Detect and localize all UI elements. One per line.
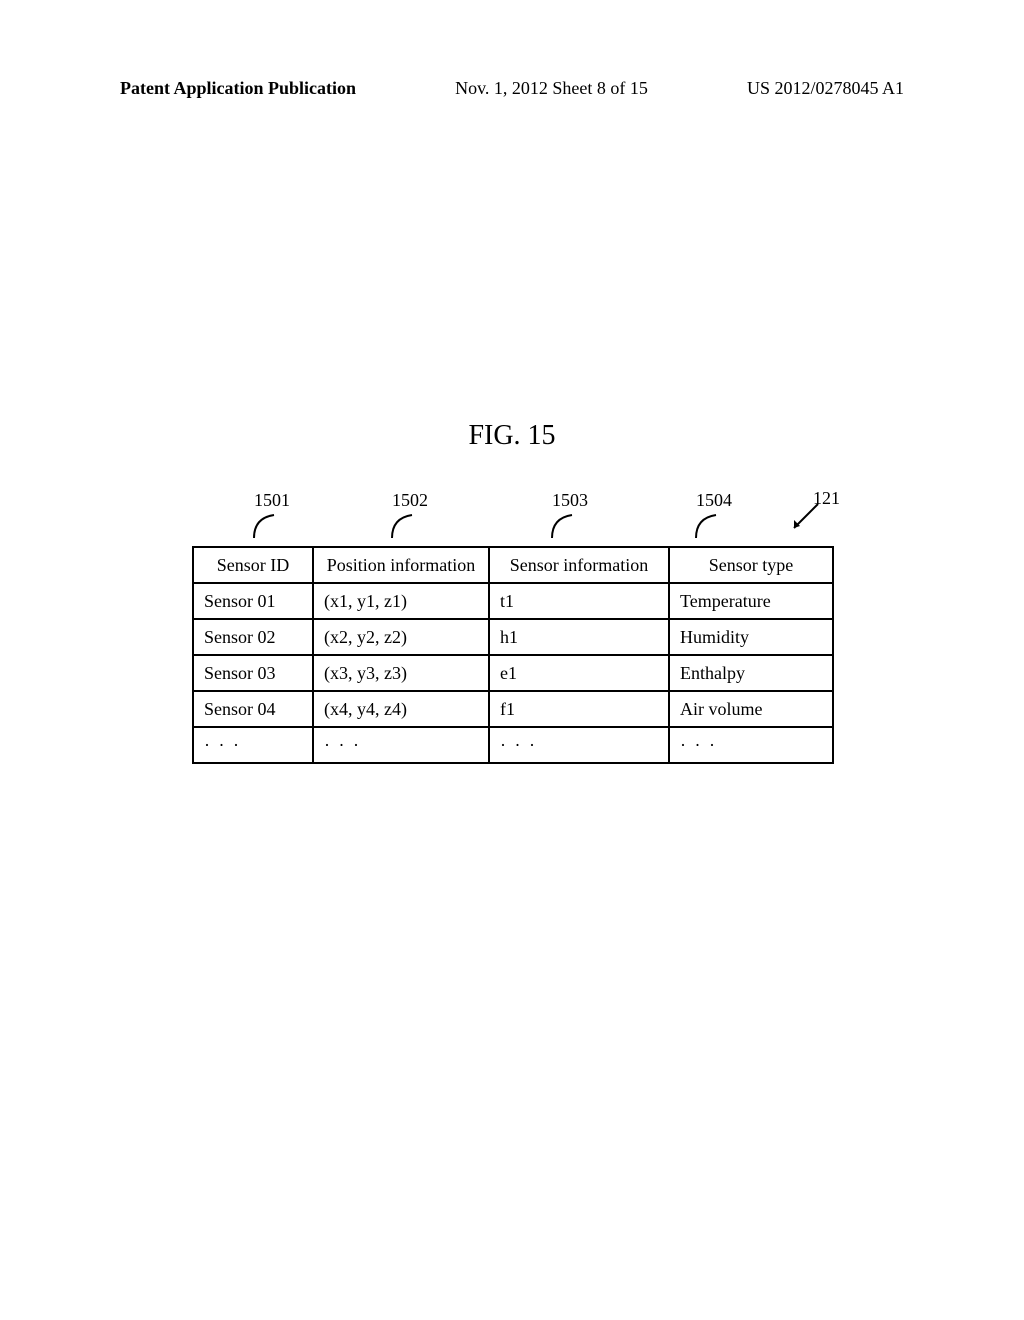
- table-row: Sensor 01 (x1, y1, z1) t1 Temperature: [193, 583, 833, 619]
- col-header-sensor-type: Sensor type: [669, 547, 833, 583]
- cell-sensor-id: Sensor 03: [193, 655, 313, 691]
- column-ref-1501: 1501: [242, 490, 302, 511]
- header-pub-number: US 2012/0278045 A1: [747, 78, 904, 99]
- table-header-row: Sensor ID Position information Sensor in…: [193, 547, 833, 583]
- leader-line-icon: [548, 512, 588, 538]
- col-header-position: Position information: [313, 547, 489, 583]
- cell-position: (x4, y4, z4): [313, 691, 489, 727]
- leader-line-icon: [250, 512, 290, 538]
- header-date-sheet: Nov. 1, 2012 Sheet 8 of 15: [455, 78, 648, 99]
- sensor-table: Sensor ID Position information Sensor in…: [192, 546, 834, 764]
- leader-line-icon: [692, 512, 732, 538]
- cell-ellipsis: · · ·: [669, 727, 833, 763]
- cell-sensor-info: t1: [489, 583, 669, 619]
- cell-sensor-id: Sensor 04: [193, 691, 313, 727]
- header-publication: Patent Application Publication: [120, 78, 356, 99]
- cell-ellipsis: · · ·: [489, 727, 669, 763]
- cell-sensor-id: Sensor 01: [193, 583, 313, 619]
- column-ref-1504: 1504: [684, 490, 744, 511]
- table-row: Sensor 02 (x2, y2, z2) h1 Humidity: [193, 619, 833, 655]
- cell-sensor-info: h1: [489, 619, 669, 655]
- col-header-sensor-id: Sensor ID: [193, 547, 313, 583]
- col-header-sensor-info: Sensor information: [489, 547, 669, 583]
- table-row-ellipsis: · · · · · · · · · · · ·: [193, 727, 833, 763]
- column-ref-1502: 1502: [380, 490, 440, 511]
- cell-position: (x3, y3, z3): [313, 655, 489, 691]
- cell-sensor-info: f1: [489, 691, 669, 727]
- table-row: Sensor 04 (x4, y4, z4) f1 Air volume: [193, 691, 833, 727]
- figure-diagram: 1501 1502 1503 1504 121 Sensor ID Posi: [192, 490, 832, 764]
- cell-sensor-type: Temperature: [669, 583, 833, 619]
- column-reference-labels: 1501 1502 1503 1504 121: [192, 490, 832, 546]
- cell-position: (x2, y2, z2): [313, 619, 489, 655]
- figure-title: FIG. 15: [0, 420, 1024, 452]
- cell-ellipsis: · · ·: [193, 727, 313, 763]
- arrow-icon: [788, 498, 824, 534]
- cell-sensor-id: Sensor 02: [193, 619, 313, 655]
- cell-sensor-type: Humidity: [669, 619, 833, 655]
- cell-sensor-info: e1: [489, 655, 669, 691]
- column-ref-1503: 1503: [540, 490, 600, 511]
- cell-ellipsis: · · ·: [313, 727, 489, 763]
- page-header: Patent Application Publication Nov. 1, 2…: [0, 78, 1024, 99]
- cell-sensor-type: Air volume: [669, 691, 833, 727]
- cell-sensor-type: Enthalpy: [669, 655, 833, 691]
- leader-line-icon: [388, 512, 428, 538]
- table-row: Sensor 03 (x3, y3, z3) e1 Enthalpy: [193, 655, 833, 691]
- cell-position: (x1, y1, z1): [313, 583, 489, 619]
